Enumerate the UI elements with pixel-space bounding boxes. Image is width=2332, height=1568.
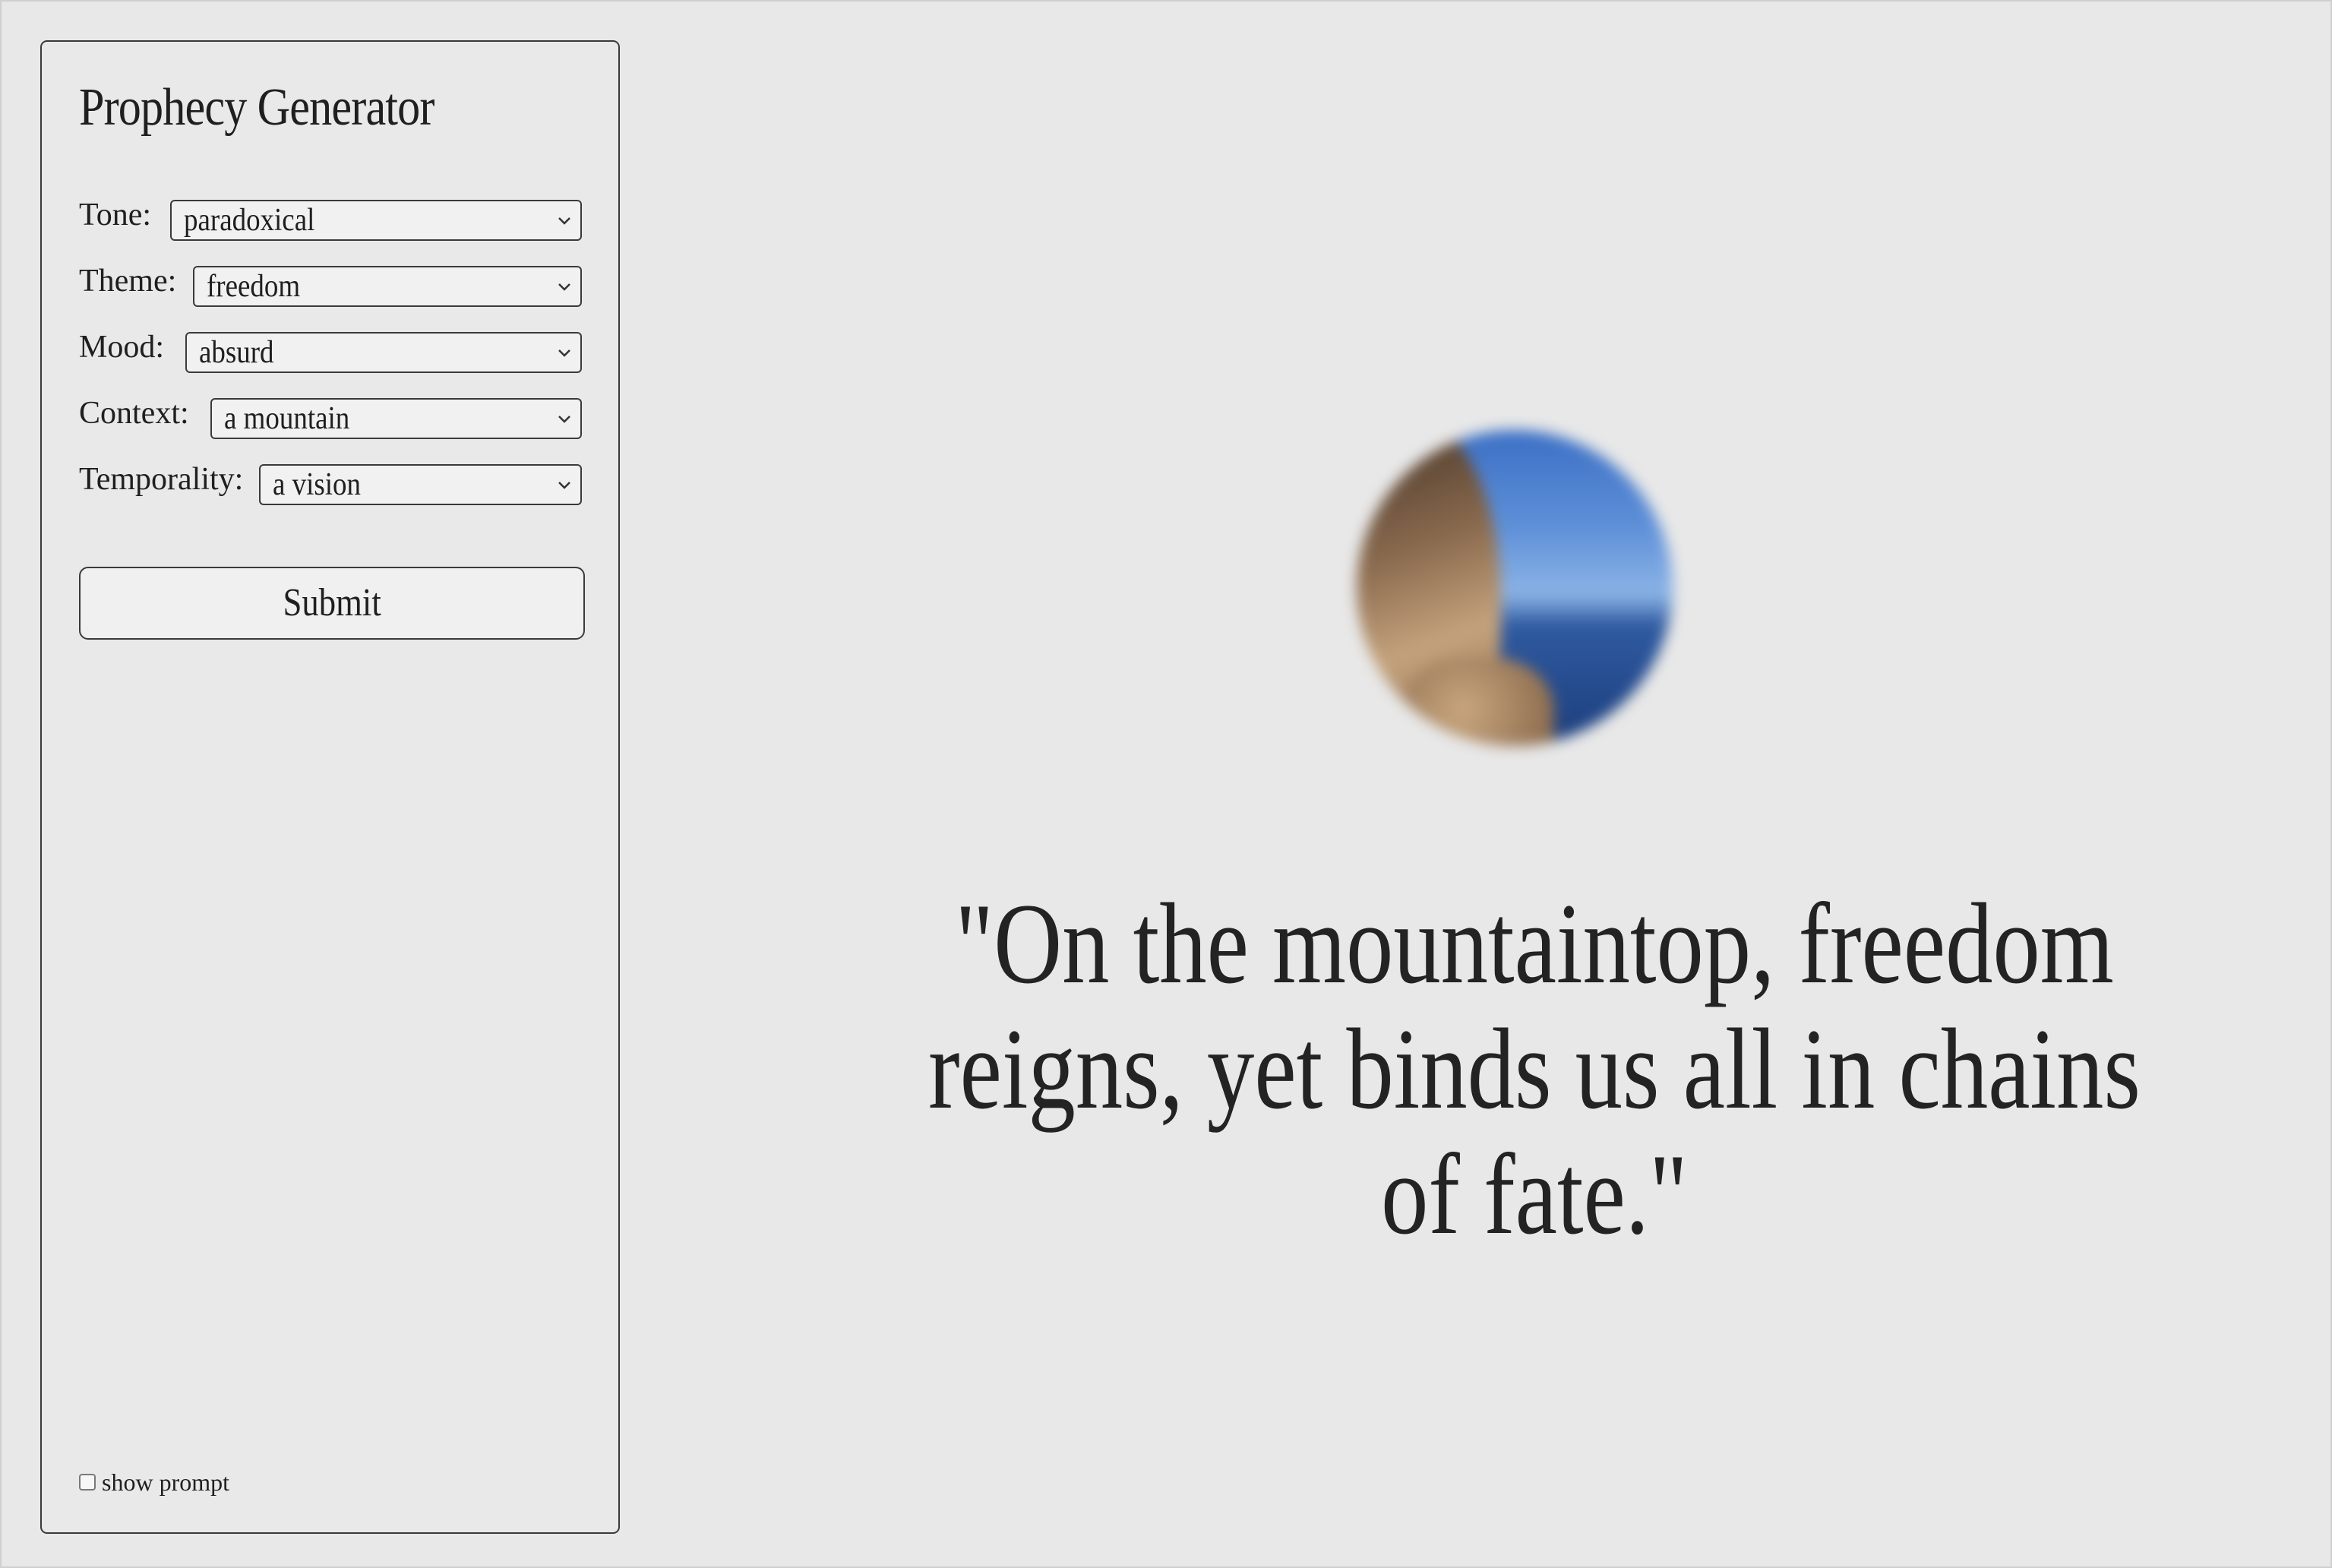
tone-select[interactable]: paradoxical — [170, 200, 582, 241]
show-prompt-checkbox[interactable] — [79, 1474, 96, 1491]
mood-label: Mood: — [79, 330, 165, 365]
prophecy-text-content: "On the mountaintop, freedom reigns, yet… — [928, 880, 2141, 1258]
temporality-select[interactable]: a vision — [259, 464, 582, 505]
mood-select-value: absurd — [199, 335, 274, 370]
show-prompt-label: show prompt — [102, 1468, 229, 1496]
submit-button[interactable]: Submit — [79, 567, 585, 640]
chevron-down-icon — [558, 283, 570, 291]
chevron-down-icon — [558, 217, 570, 225]
tone-select-value: paradoxical — [184, 203, 315, 238]
theme-label: Theme: — [79, 264, 177, 299]
context-select-value: a mountain — [224, 401, 350, 436]
control-panel: Prophecy Generator Tone: paradoxical The… — [40, 40, 620, 1534]
rock-shape — [1402, 658, 1554, 746]
submit-button-label: Submit — [283, 581, 381, 624]
context-label: Context: — [79, 396, 189, 431]
tone-label: Tone: — [79, 198, 152, 232]
chevron-down-icon — [558, 349, 570, 357]
chevron-down-icon — [558, 416, 570, 423]
prophecy-image — [1357, 430, 1673, 746]
temporality-select-value: a vision — [273, 467, 362, 502]
context-select[interactable]: a mountain — [210, 398, 582, 439]
chevron-down-icon — [558, 482, 570, 489]
prophecy-text: "On the mountaintop, freedom reigns, yet… — [790, 881, 2279, 1257]
show-prompt-toggle[interactable]: show prompt — [79, 1467, 229, 1497]
theme-select[interactable]: freedom — [193, 266, 582, 307]
panel-title: Prophecy Generator — [79, 78, 434, 137]
theme-select-value: freedom — [207, 269, 301, 304]
mood-select[interactable]: absurd — [185, 332, 582, 373]
temporality-label: Temporality: — [79, 462, 244, 497]
